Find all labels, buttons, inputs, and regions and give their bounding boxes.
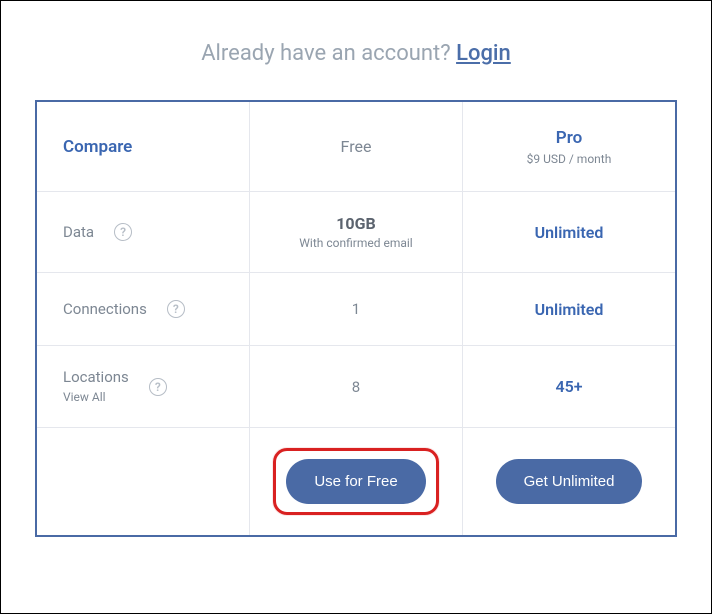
- locations-label: Locations: [63, 368, 129, 386]
- locations-pro-value: 45+: [555, 377, 582, 396]
- header-row: Compare Free Pro $9 USD / month: [37, 102, 675, 192]
- row-data-free-cell: 10GB With confirmed email: [250, 192, 463, 272]
- row-connections-free-cell: 1: [250, 273, 463, 345]
- free-title: Free: [341, 137, 372, 156]
- header-pro-cell: Pro $9 USD / month: [463, 102, 675, 191]
- row-data-label-cell: Data ?: [37, 192, 250, 272]
- locations-free-value: 8: [352, 378, 360, 396]
- use-for-free-button[interactable]: Use for Free: [286, 459, 425, 504]
- login-prompt: Already have an account? Login: [35, 41, 677, 66]
- view-all-link[interactable]: View All: [63, 390, 106, 404]
- row-locations-label-cell: Locations View All ?: [37, 346, 250, 427]
- connections-free-value: 1: [352, 300, 360, 318]
- header-compare-cell: Compare: [37, 102, 250, 191]
- data-label: Data: [63, 223, 94, 241]
- row-locations: Locations View All ? 8 45+: [37, 346, 675, 428]
- row-connections: Connections ? 1 Unlimited: [37, 273, 675, 346]
- header-free-cell: Free: [250, 102, 463, 191]
- pricing-table: Compare Free Pro $9 USD / month Data ? 1…: [35, 100, 677, 537]
- get-unlimited-button[interactable]: Get Unlimited: [496, 459, 643, 504]
- pro-price: $9 USD / month: [527, 152, 612, 166]
- row-data-pro-cell: Unlimited: [463, 192, 675, 272]
- row-locations-pro-cell: 45+: [463, 346, 675, 427]
- data-pro-value: Unlimited: [535, 223, 604, 242]
- row-locations-free-cell: 8: [250, 346, 463, 427]
- data-free-sub: With confirmed email: [299, 236, 412, 250]
- connections-label: Connections: [63, 300, 147, 318]
- row-data: Data ? 10GB With confirmed email Unlimit…: [37, 192, 675, 273]
- pro-title: Pro: [556, 128, 582, 148]
- row-connections-label-cell: Connections ?: [37, 273, 250, 345]
- compare-title: Compare: [63, 137, 132, 157]
- login-prompt-text: Already have an account?: [201, 41, 456, 66]
- help-icon[interactable]: ?: [167, 300, 185, 318]
- help-icon[interactable]: ?: [149, 378, 167, 396]
- cta-pro-cell: Get Unlimited: [463, 428, 675, 535]
- login-link[interactable]: Login: [456, 41, 511, 66]
- help-icon[interactable]: ?: [114, 223, 132, 241]
- cta-free-cell: Use for Free: [250, 428, 463, 535]
- data-free-value: 10GB: [336, 214, 375, 233]
- highlight-ring: Use for Free: [273, 448, 438, 515]
- cta-row: Use for Free Get Unlimited: [37, 428, 675, 535]
- connections-pro-value: Unlimited: [535, 300, 604, 319]
- row-connections-pro-cell: Unlimited: [463, 273, 675, 345]
- cta-empty-cell: [37, 428, 250, 535]
